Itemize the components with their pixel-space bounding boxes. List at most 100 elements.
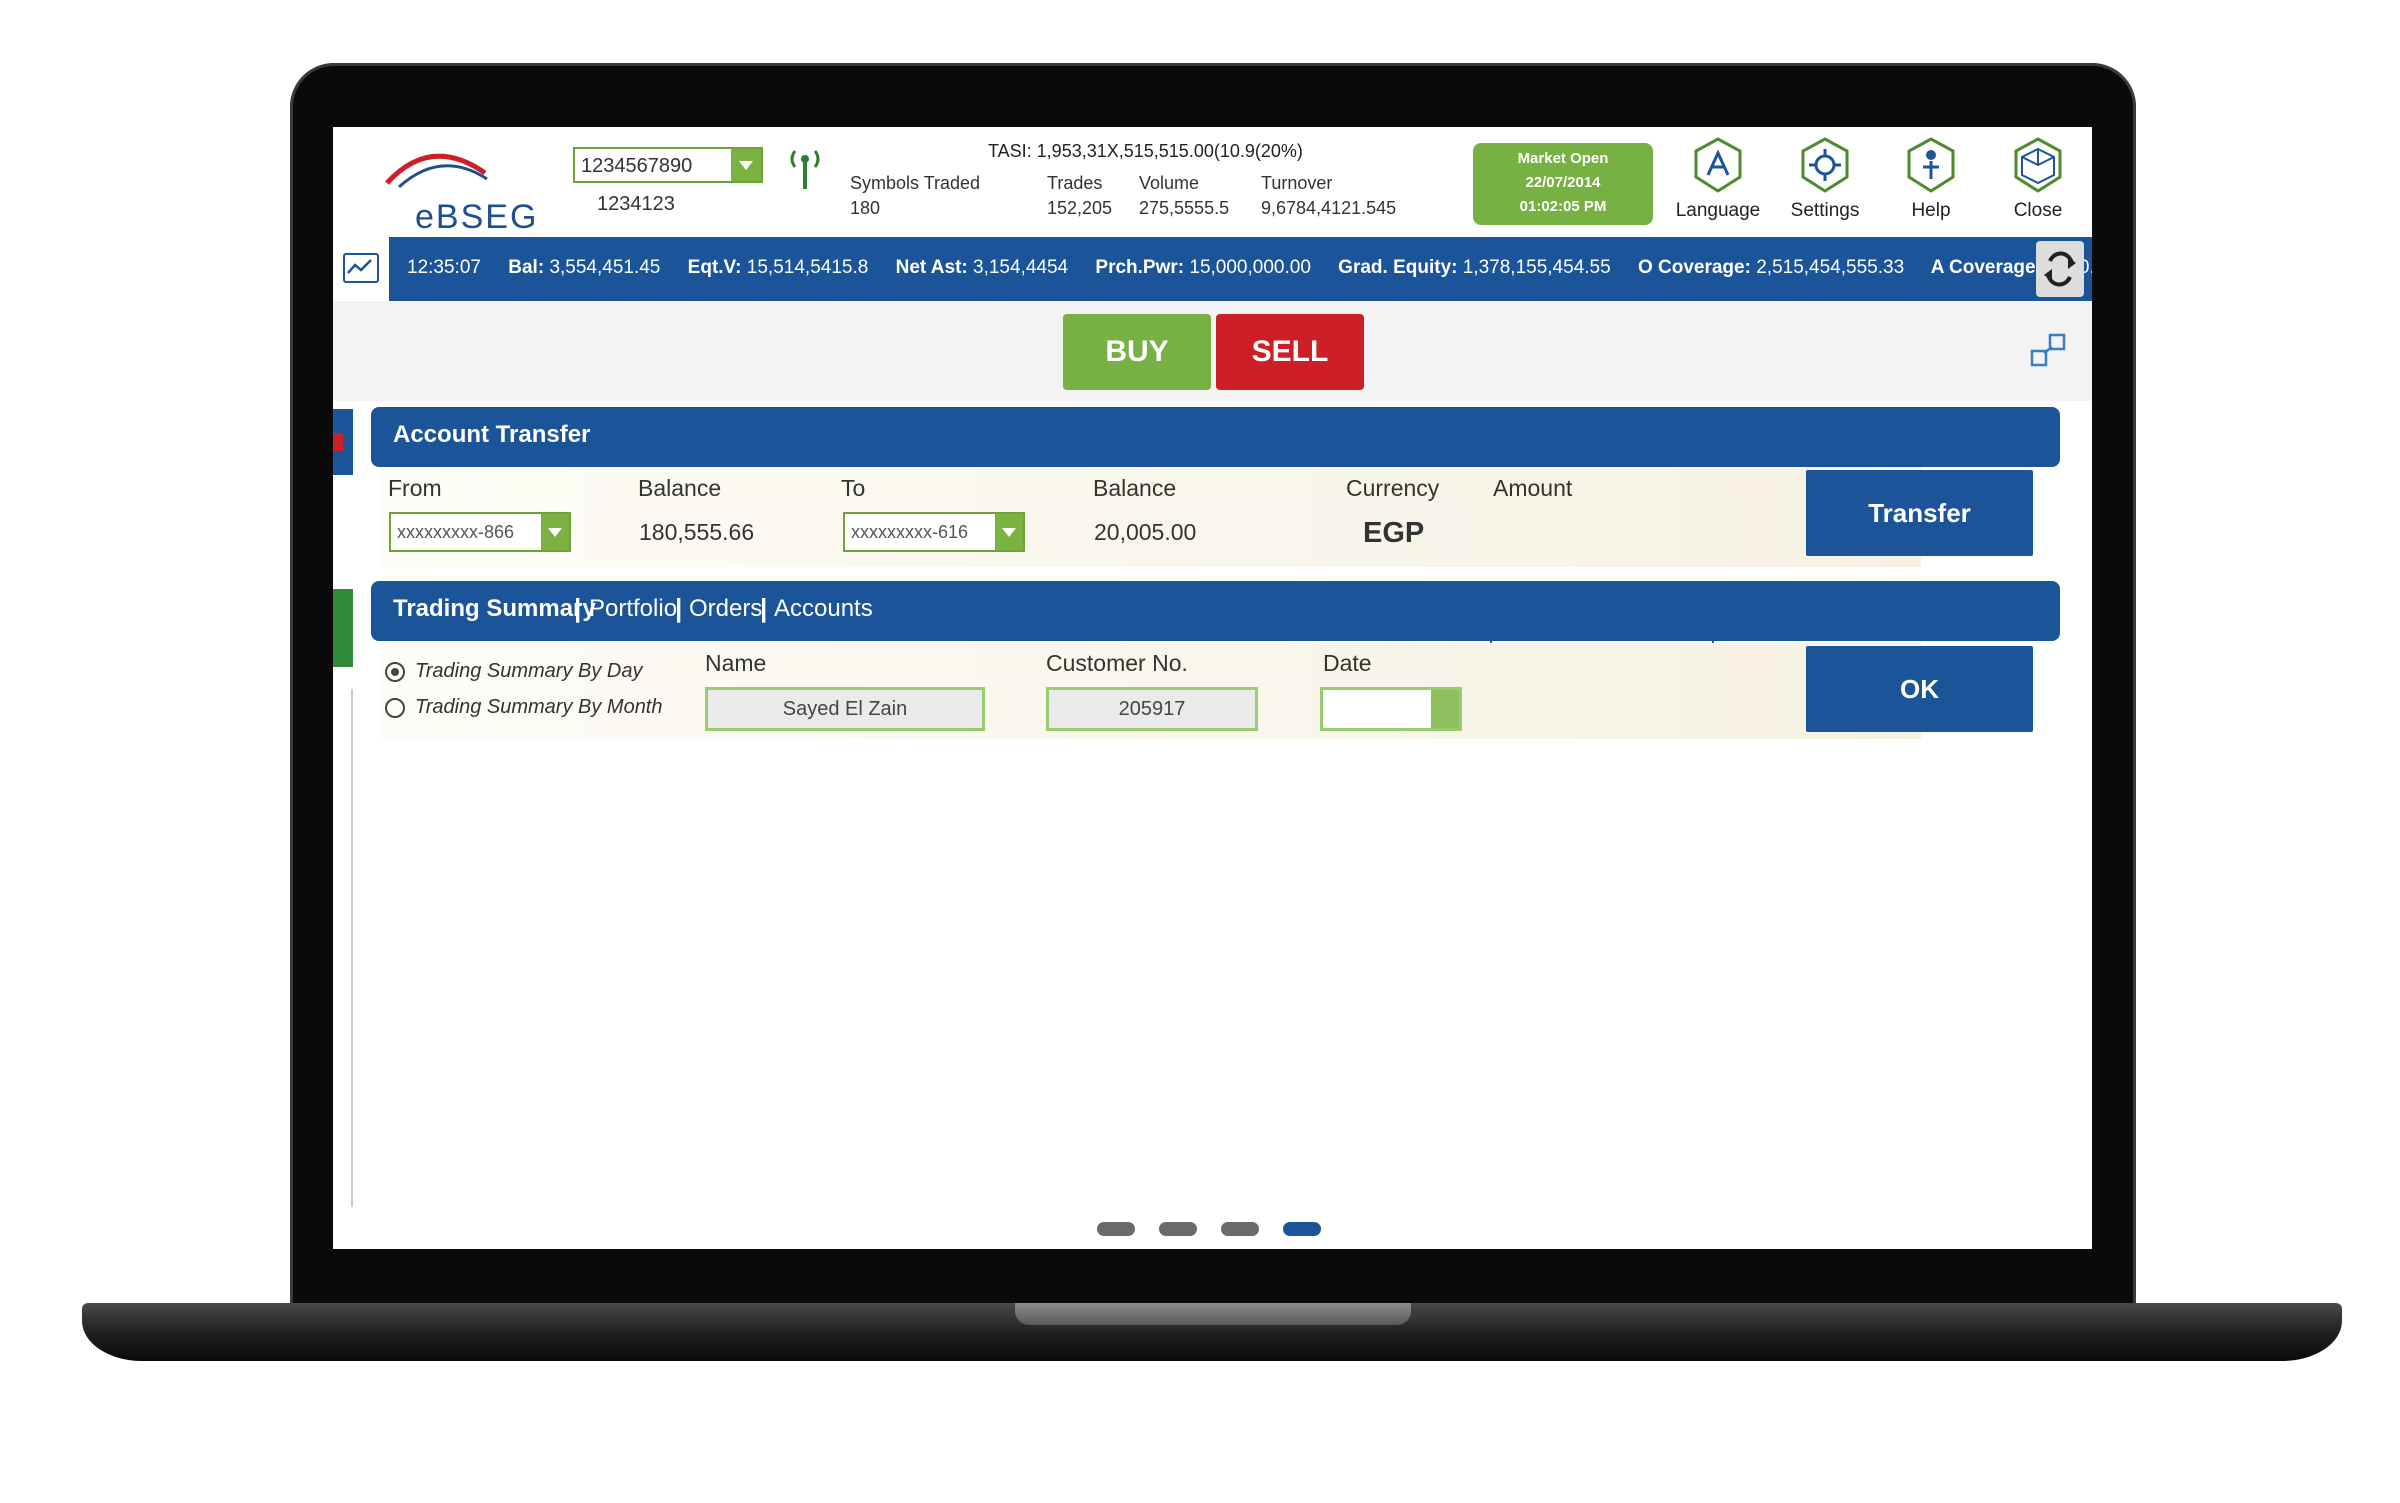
laptop-notch	[1015, 1303, 1411, 1325]
side-tab-buy[interactable]	[333, 589, 353, 667]
metric-value: 15,514,5415.8	[746, 257, 869, 278]
to-account-select[interactable]: xxxxxxxxx-616	[843, 512, 1025, 552]
from-account-value: xxxxxxxxx-866	[397, 522, 515, 542]
language-button[interactable]: Language	[1673, 135, 1763, 222]
date-label: Date	[1323, 650, 1372, 676]
metric-equity-value: Eqt.V: 15,514,5415.8	[688, 257, 869, 278]
antenna-icon	[790, 150, 820, 189]
page-dot[interactable]	[1097, 1222, 1135, 1236]
to-balance-value: 20,005.00	[1094, 519, 1197, 545]
customer-no-field: 205917	[1046, 687, 1258, 731]
stat-trades: Trades 152,205	[1047, 173, 1112, 219]
logo-text: eBSEG	[415, 198, 539, 236]
page-dot[interactable]	[1159, 1222, 1197, 1236]
metric-key: A Coverage:	[1930, 257, 2042, 278]
side-tab-sell[interactable]	[333, 409, 353, 475]
radio-button-selected[interactable]	[385, 661, 405, 682]
metric-grad-equity: Grad. Equity: 1,378,155,454.55	[1338, 257, 1611, 278]
account-sub-number: 1234123	[597, 193, 675, 215]
market-status-badge: Market Open 22/07/2014 01:02:05 PM	[1473, 143, 1653, 225]
language-icon	[1694, 137, 1742, 193]
stat-value: 180	[850, 198, 881, 218]
to-account-value: xxxxxxxxx-616	[851, 522, 969, 542]
tab-portfolio[interactable]: Portfolio	[589, 595, 677, 623]
page-dot-active[interactable]	[1283, 1222, 1321, 1236]
account-select[interactable]: 1234567890	[573, 147, 763, 183]
settings-label: Settings	[1790, 200, 1860, 221]
stat-turnover: Turnover 9,6784,4121.545	[1261, 173, 1396, 219]
to-label: To	[841, 475, 866, 501]
metric-key: Prch.Pwr:	[1095, 257, 1185, 278]
stat-value: 152,205	[1047, 198, 1113, 218]
to-balance-label: Balance	[1093, 475, 1177, 501]
tab-separator: |	[574, 593, 582, 623]
tab-trading-summary[interactable]: Trading Summary	[393, 595, 596, 623]
help-label: Help	[1911, 200, 1951, 221]
date-field[interactable]	[1320, 687, 1462, 731]
radio-by-month-label: Trading Summary By Month	[415, 696, 663, 718]
from-balance-label: Balance	[638, 475, 722, 501]
clock-time: 12:35:07	[407, 257, 481, 278]
help-icon	[1907, 137, 1955, 193]
chevron-down-icon[interactable]	[541, 514, 569, 550]
stat-value: 275,5555.5	[1139, 198, 1230, 218]
refresh-button[interactable]	[2036, 241, 2084, 297]
chevron-down-icon[interactable]	[731, 149, 761, 181]
from-account-select[interactable]: xxxxxxxxx-866	[389, 512, 571, 552]
account-select-value: 1234567890	[581, 155, 693, 177]
currency-label: Currency	[1346, 475, 1440, 501]
radio-by-month[interactable]: Trading Summary By Month	[385, 696, 663, 719]
metric-key: Eqt.V:	[687, 257, 742, 278]
language-label: Language	[1675, 200, 1761, 221]
metric-o-coverage: O Coverage: 2,515,454,555.33	[1638, 257, 1904, 278]
metric-key: Net Ast:	[895, 257, 968, 278]
logo-arc-icon	[385, 153, 488, 189]
stat-volume: Volume 275,5555.5	[1139, 173, 1229, 219]
metric-net-assets: Net Ast: 3,154,4454	[896, 257, 1069, 278]
close-icon	[2014, 137, 2062, 193]
ok-button[interactable]: OK	[1806, 646, 2033, 732]
metric-value: 3,554,451.45	[549, 257, 661, 278]
name-label: Name	[705, 650, 767, 676]
stat-label: Symbols Traded	[850, 173, 981, 193]
app-header: eBSEG 1234567890 1234123 TASI: 1,953,31X…	[333, 127, 2092, 237]
sell-button[interactable]: SELL	[1216, 314, 1364, 390]
ebseg-logo: eBSEG	[373, 143, 536, 236]
calendar-icon[interactable]	[1431, 690, 1459, 728]
close-button[interactable]: Close	[1993, 135, 2083, 222]
settings-icon	[1801, 137, 1849, 193]
metric-key: O Coverage:	[1637, 257, 1751, 278]
trade-action-bar: BUY SELL	[333, 301, 2092, 401]
from-label: From	[388, 475, 442, 501]
tab-separator: |	[760, 593, 768, 623]
tab-accounts[interactable]: Accounts	[774, 595, 873, 623]
metric-key: Grad. Equity:	[1338, 257, 1458, 278]
buy-button[interactable]: BUY	[1063, 314, 1211, 390]
tab-separator: |	[675, 593, 683, 623]
expand-icon[interactable]	[2028, 329, 2068, 371]
chart-button[interactable]	[333, 237, 389, 301]
account-info-bar: 12:35:07 Bal: 3,554,451.45 Eqt.V: 15,514…	[333, 237, 2092, 301]
market-time: 01:02:05 PM	[1519, 198, 1607, 215]
side-divider	[351, 957, 353, 1207]
transfer-button[interactable]: Transfer	[1806, 470, 2033, 556]
page-dot[interactable]	[1221, 1222, 1259, 1236]
customer-no-label: Customer No.	[1046, 650, 1188, 676]
radio-button[interactable]	[385, 697, 405, 718]
chevron-down-icon[interactable]	[995, 514, 1023, 550]
from-balance-value: 180,555.66	[639, 519, 755, 545]
metric-balance: Bal: 3,554,451.45	[508, 257, 660, 278]
metric-value: 15,000,000.00	[1189, 257, 1311, 278]
metric-purchase-power: Prch.Pwr: 15,000,000.00	[1095, 257, 1311, 278]
name-field: Sayed El Zain	[705, 687, 985, 731]
help-button[interactable]: Help	[1886, 135, 1976, 222]
tab-orders[interactable]: Orders	[689, 595, 762, 623]
radio-by-day[interactable]: Trading Summary By Day	[385, 660, 642, 683]
settings-button[interactable]: Settings	[1780, 135, 1870, 222]
metric-value: 2,515,454,555.33	[1756, 257, 1905, 278]
trading-summary-header: Trading Summary | Portfolio | Orders | A…	[371, 581, 2060, 641]
app-screen: eBSEG 1234567890 1234123 TASI: 1,953,31X…	[333, 127, 2092, 1249]
account-transfer-header: Account Transfer	[371, 407, 2060, 467]
metric-value: 3,154,4454	[973, 257, 1069, 278]
radio-by-day-label: Trading Summary By Day	[415, 660, 643, 682]
